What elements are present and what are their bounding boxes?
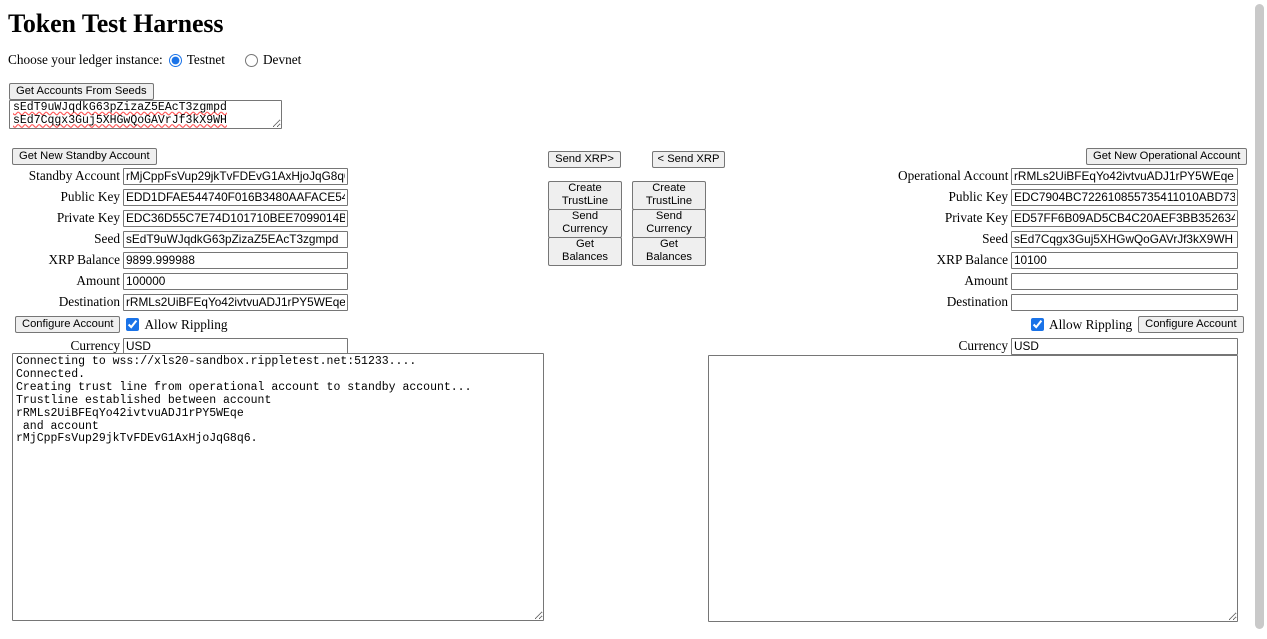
action-button-stacks: Create TrustLine Send Currency Get Balan… xyxy=(548,180,725,266)
operational-create-trustline-button[interactable]: Create TrustLine xyxy=(632,180,706,210)
get-new-standby-account-button[interactable]: Get New Standby Account xyxy=(12,148,157,165)
radio-devnet[interactable] xyxy=(244,53,258,67)
page-container: Token Test Harness Choose your ledger in… xyxy=(0,0,1252,639)
radio-option-testnet[interactable]: Testnet xyxy=(168,52,225,68)
operational-log-textarea[interactable] xyxy=(708,355,1238,622)
standby-action-stack: Create TrustLine Send Currency Get Balan… xyxy=(548,180,622,266)
field-operational-seed: Seed xyxy=(898,230,1247,249)
operational-send-currency-button[interactable]: Send Currency xyxy=(632,208,706,238)
input-standby-destination[interactable] xyxy=(123,293,348,311)
field-operational-amount: Amount xyxy=(898,272,1247,291)
input-standby-private-key[interactable] xyxy=(123,209,348,227)
standby-log-textarea[interactable]: Connecting to wss://xls20-sandbox.ripple… xyxy=(12,353,544,621)
label-operational-xrp-balance: XRP Balance xyxy=(936,252,1008,268)
label-standby-currency: Currency xyxy=(70,338,120,354)
label-operational-amount: Amount xyxy=(964,273,1008,289)
label-standby-seed: Seed xyxy=(94,231,120,247)
field-operational-private-key: Private Key xyxy=(898,209,1247,228)
field-standby-xrp-balance: XRP Balance xyxy=(8,251,348,270)
get-new-operational-account-button[interactable]: Get New Operational Account xyxy=(1086,148,1248,165)
radio-devnet-label: Devnet xyxy=(262,52,302,67)
input-operational-private-key[interactable] xyxy=(1011,209,1238,227)
label-operational-seed: Seed xyxy=(982,231,1008,247)
field-operational-public-key: Public Key xyxy=(898,188,1247,207)
label-operational-public-key: Public Key xyxy=(948,189,1008,205)
input-standby-seed[interactable] xyxy=(123,230,348,248)
send-xrp-to-operational-button[interactable]: Send XRP> xyxy=(548,151,621,168)
get-accounts-from-seeds-button[interactable]: Get Accounts From Seeds xyxy=(9,83,154,100)
standby-allow-rippling-label: Allow Rippling xyxy=(144,316,228,332)
operational-configure-account-button[interactable]: Configure Account xyxy=(1138,316,1244,334)
input-standby-xrp-balance[interactable] xyxy=(123,251,348,269)
seeds-textarea[interactable]: sEdT9uWJqdkG63pZizaZ5EAcT3zgmpd sEd7Cqgx… xyxy=(9,100,282,129)
field-standby-account: Standby Account xyxy=(8,167,348,186)
page-scrollbar-thumb[interactable] xyxy=(1255,4,1264,629)
label-operational-currency: Currency xyxy=(958,338,1008,354)
operational-get-balances-button[interactable]: Get Balances xyxy=(632,236,706,266)
operational-configure-row: Allow Rippling Configure Account xyxy=(898,315,1247,335)
label-standby-destination: Destination xyxy=(58,294,120,310)
radio-option-devnet[interactable]: Devnet xyxy=(244,52,302,68)
ledger-instance-prompt: Choose your ledger instance: xyxy=(8,52,163,67)
standby-allow-rippling-checkbox[interactable] xyxy=(126,318,140,332)
input-operational-seed[interactable] xyxy=(1011,230,1238,248)
input-operational-amount[interactable] xyxy=(1011,272,1238,290)
field-standby-destination: Destination xyxy=(8,293,348,312)
label-standby-xrp-balance: XRP Balance xyxy=(48,252,120,268)
input-operational-xrp-balance[interactable] xyxy=(1011,251,1238,269)
standby-create-trustline-button[interactable]: Create TrustLine xyxy=(548,180,622,210)
field-operational-destination: Destination xyxy=(898,293,1247,312)
standby-configure-row: Configure Account Allow Rippling xyxy=(8,315,348,335)
field-standby-public-key: Public Key xyxy=(8,188,348,207)
page-scrollbar[interactable] xyxy=(1252,0,1267,639)
label-standby-amount: Amount xyxy=(76,273,120,289)
input-standby-public-key[interactable] xyxy=(123,188,348,206)
field-operational-currency: Currency xyxy=(898,337,1247,356)
field-operational-xrp-balance: XRP Balance xyxy=(898,251,1247,270)
input-operational-account[interactable] xyxy=(1011,167,1238,185)
input-standby-account[interactable] xyxy=(123,167,348,185)
operational-action-stack: Create TrustLine Send Currency Get Balan… xyxy=(632,180,706,266)
center-action-column: Send XRP> < Send XRP Create TrustLine Se… xyxy=(548,151,725,266)
send-xrp-to-standby-button[interactable]: < Send XRP xyxy=(652,151,725,168)
page-title: Token Test Harness xyxy=(8,9,224,38)
input-operational-public-key[interactable] xyxy=(1011,188,1238,206)
operational-allow-rippling-label: Allow Rippling xyxy=(1049,316,1133,332)
input-standby-amount[interactable] xyxy=(123,272,348,290)
input-operational-currency[interactable] xyxy=(1011,337,1238,355)
label-standby-public-key: Public Key xyxy=(60,189,120,205)
field-operational-account: Operational Account xyxy=(898,167,1247,186)
label-operational-private-key: Private Key xyxy=(944,210,1008,226)
standby-account-panel: Get New Standby Account Standby Account … xyxy=(8,148,348,356)
ledger-instance-chooser: Choose your ledger instance: Testnet Dev… xyxy=(8,52,321,68)
input-operational-destination[interactable] xyxy=(1011,293,1238,311)
operational-account-panel: Get New Operational Account Operational … xyxy=(898,148,1248,356)
field-standby-amount: Amount xyxy=(8,272,348,291)
field-standby-private-key: Private Key xyxy=(8,209,348,228)
operational-allow-rippling-checkbox[interactable] xyxy=(1031,318,1044,332)
label-standby-private-key: Private Key xyxy=(56,210,120,226)
label-standby-account: Standby Account xyxy=(28,168,120,184)
radio-testnet[interactable] xyxy=(168,53,182,67)
label-operational-account: Operational Account xyxy=(898,168,1009,184)
field-standby-seed: Seed xyxy=(8,230,348,249)
standby-configure-account-button[interactable]: Configure Account xyxy=(15,316,121,334)
standby-get-balances-button[interactable]: Get Balances xyxy=(548,236,622,266)
label-operational-destination: Destination xyxy=(946,294,1008,310)
radio-testnet-label: Testnet xyxy=(186,52,225,67)
send-xrp-row: Send XRP> < Send XRP xyxy=(548,151,725,168)
standby-send-currency-button[interactable]: Send Currency xyxy=(548,208,622,238)
